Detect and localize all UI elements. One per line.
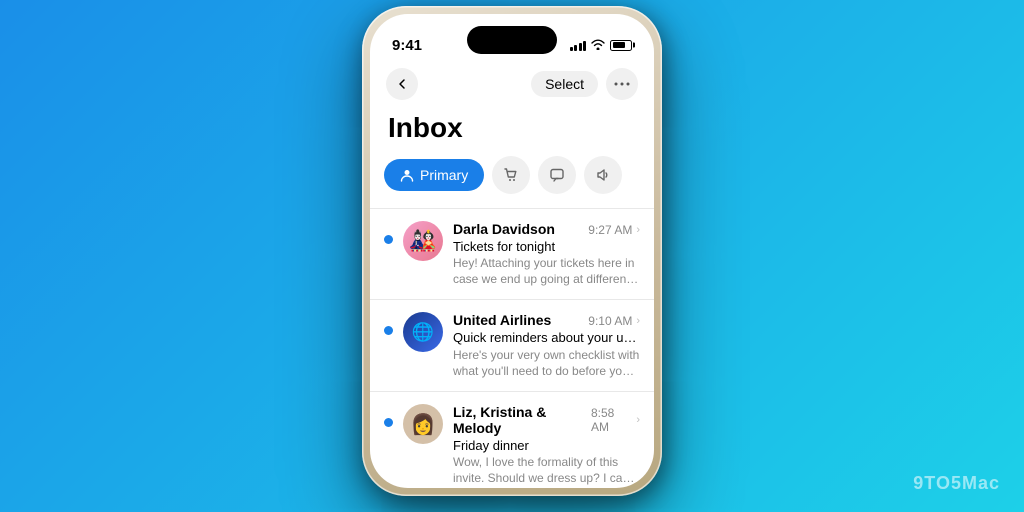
email-content-3: Liz, Kristina & Melody 8:58 AM › Friday … bbox=[453, 404, 640, 486]
email-subject-3: Friday dinner bbox=[453, 438, 640, 453]
email-preview-1: Hey! Attaching your tickets here in case… bbox=[453, 256, 640, 287]
category-tabs: Primary bbox=[370, 156, 654, 208]
tab-primary-label: Primary bbox=[420, 167, 468, 183]
phone-screen: 9:41 bbox=[370, 14, 654, 488]
email-item-2[interactable]: 🌐 United Airlines 9:10 AM › Quick remind… bbox=[370, 299, 654, 391]
person-icon bbox=[400, 168, 414, 182]
email-item-1[interactable]: 🎎 Darla Davidson 9:27 AM › Tickets for t… bbox=[370, 208, 654, 299]
email-preview-2: Here's your very own checklist with what… bbox=[453, 348, 640, 379]
chevron-right-icon-2: › bbox=[636, 315, 640, 327]
email-time-3: 8:58 AM bbox=[591, 406, 632, 434]
tab-primary[interactable]: Primary bbox=[384, 159, 484, 191]
tab-shopping[interactable] bbox=[492, 156, 530, 194]
inbox-title: Inbox bbox=[370, 108, 654, 156]
megaphone-icon bbox=[595, 167, 611, 183]
unread-dot bbox=[384, 235, 393, 244]
cart-icon bbox=[503, 167, 519, 183]
email-sender-3: Liz, Kristina & Melody bbox=[453, 404, 591, 436]
email-subject-2: Quick reminders about your upcoming... 🛒 bbox=[453, 330, 640, 346]
avatar-group: 👩 bbox=[403, 404, 443, 444]
unread-dot-2 bbox=[384, 326, 393, 335]
dynamic-island bbox=[467, 26, 557, 54]
email-time-row-3: 8:58 AM › bbox=[591, 406, 640, 434]
email-sender-2: United Airlines bbox=[453, 312, 551, 328]
email-time-row-2: 9:10 AM › bbox=[588, 314, 640, 328]
email-content-2: United Airlines 9:10 AM › Quick reminder… bbox=[453, 312, 640, 379]
watermark: 9TO5Mac bbox=[913, 473, 1000, 494]
unread-dot-3 bbox=[384, 418, 393, 427]
email-time-2: 9:10 AM bbox=[588, 314, 632, 328]
email-header-2: United Airlines 9:10 AM › bbox=[453, 312, 640, 328]
email-time-row-1: 9:27 AM › bbox=[588, 223, 640, 237]
more-button[interactable] bbox=[606, 68, 638, 100]
email-subject-1: Tickets for tonight bbox=[453, 239, 640, 254]
chat-icon bbox=[549, 167, 565, 183]
email-header-1: Darla Davidson 9:27 AM › bbox=[453, 221, 640, 237]
tab-promotions[interactable] bbox=[584, 156, 622, 194]
email-list: 🎎 Darla Davidson 9:27 AM › Tickets for t… bbox=[370, 208, 654, 488]
nav-bar: Select bbox=[370, 64, 654, 108]
status-time: 9:41 bbox=[392, 37, 422, 54]
tab-social[interactable] bbox=[538, 156, 576, 194]
email-item-3[interactable]: 👩 Liz, Kristina & Melody 8:58 AM › Frida… bbox=[370, 391, 654, 488]
email-header-3: Liz, Kristina & Melody 8:58 AM › bbox=[453, 404, 640, 436]
select-button[interactable]: Select bbox=[531, 71, 598, 97]
email-preview-3: Wow, I love the formality of this invite… bbox=[453, 455, 640, 486]
chevron-right-icon-3: › bbox=[636, 414, 640, 426]
wifi-icon bbox=[591, 38, 605, 53]
signal-icon bbox=[570, 39, 587, 51]
email-sender-1: Darla Davidson bbox=[453, 221, 555, 237]
email-time-1: 9:27 AM bbox=[588, 223, 632, 237]
phone-frame: 9:41 bbox=[362, 6, 662, 496]
nav-right-actions: Select bbox=[531, 68, 638, 100]
back-button[interactable] bbox=[386, 68, 418, 100]
battery-icon bbox=[610, 40, 632, 51]
avatar-united: 🌐 bbox=[403, 312, 443, 352]
email-content-1: Darla Davidson 9:27 AM › Tickets for ton… bbox=[453, 221, 640, 287]
avatar-darla: 🎎 bbox=[403, 221, 443, 261]
status-icons bbox=[570, 38, 633, 53]
chevron-right-icon-1: › bbox=[636, 224, 640, 236]
